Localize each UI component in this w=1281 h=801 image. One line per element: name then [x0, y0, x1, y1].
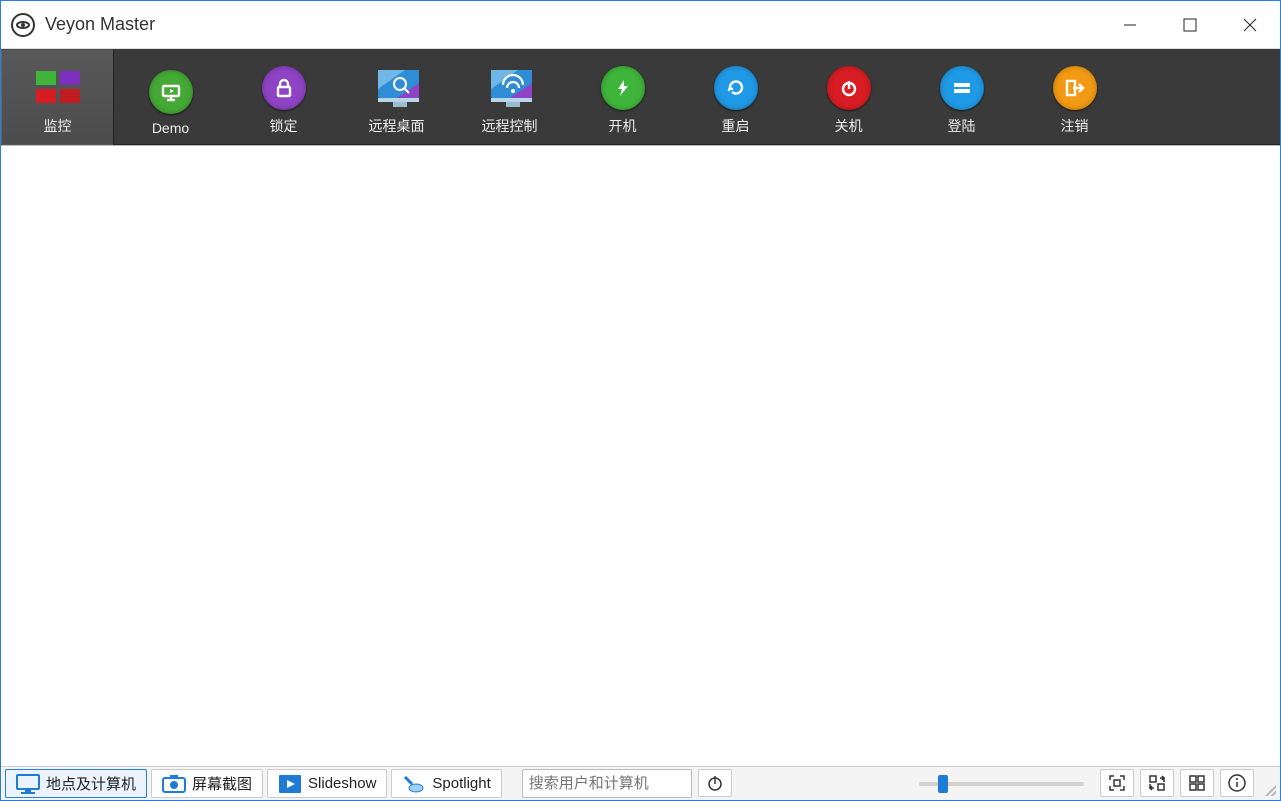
main-toolbar: 监控 Demo 锁定 远程桌 [1, 49, 1280, 145]
login-icon [940, 66, 984, 110]
toolbar-label: 监控 [44, 116, 72, 136]
toolbar-label: 关机 [835, 116, 863, 136]
toolbar-label: 锁定 [270, 116, 298, 136]
resize-grip[interactable] [1262, 782, 1276, 796]
toolbar-label: 远程控制 [482, 116, 538, 136]
window-title: Veyon Master [45, 14, 155, 35]
grid-button[interactable] [1180, 769, 1214, 797]
panel-label: 屏幕截图 [192, 773, 252, 794]
close-button[interactable] [1220, 1, 1280, 49]
toolbar-label: Demo [152, 120, 189, 136]
logout-icon [1053, 66, 1097, 110]
remote-desktop-button[interactable]: 远程桌面 [340, 49, 453, 145]
lock-icon [262, 66, 306, 110]
power-icon [705, 773, 725, 793]
info-icon [1228, 774, 1246, 792]
toolbar-label: 开机 [609, 116, 637, 136]
zoom-slider-wrap [909, 769, 1094, 798]
bottom-bar: 地点及计算机 屏幕截图 Slideshow Spotlight [1, 766, 1280, 800]
presentation-icon [149, 70, 193, 114]
arrange-icon [1148, 774, 1166, 792]
slideshow-panel-button[interactable]: Slideshow [267, 769, 387, 798]
monitor-icon [16, 774, 40, 794]
minimize-button[interactable] [1100, 1, 1160, 49]
power-off-button[interactable]: 关机 [792, 49, 905, 145]
search-input[interactable] [522, 769, 692, 798]
toolbar-label: 远程桌面 [369, 116, 425, 136]
power-on-button[interactable]: 开机 [566, 49, 679, 145]
demo-button[interactable]: Demo [114, 49, 227, 145]
camera-icon [162, 774, 186, 794]
title-bar: Veyon Master [1, 1, 1280, 49]
locations-panel-button[interactable]: 地点及计算机 [5, 769, 147, 798]
panel-label: Slideshow [308, 775, 376, 792]
power-icon [827, 66, 871, 110]
login-button[interactable]: 登陆 [905, 49, 1018, 145]
screenshots-panel-button[interactable]: 屏幕截图 [151, 769, 263, 798]
toolbar-label: 登陆 [948, 116, 976, 136]
info-button[interactable] [1220, 769, 1254, 797]
panel-buttons: 地点及计算机 屏幕截图 Slideshow Spotlight [5, 769, 502, 798]
zoom-slider[interactable] [919, 782, 1084, 786]
lock-button[interactable]: 锁定 [227, 49, 340, 145]
refresh-icon [714, 66, 758, 110]
remote-control-button[interactable]: 远程控制 [453, 49, 566, 145]
grid-icon [1188, 774, 1206, 792]
monitor-tiles-icon [36, 66, 80, 110]
toolbar-label: 重启 [722, 116, 750, 136]
logout-button[interactable]: 注销 [1018, 49, 1131, 145]
app-eye-icon [11, 13, 35, 37]
monitor-search-icon [375, 66, 419, 110]
maximize-button[interactable] [1160, 1, 1220, 49]
spotlight-panel-button[interactable]: Spotlight [391, 769, 501, 798]
power-computers-button[interactable] [698, 769, 732, 797]
bolt-icon [601, 66, 645, 110]
main-area [1, 145, 1280, 766]
slideshow-icon [278, 774, 302, 794]
arrangement-button[interactable] [1140, 769, 1174, 797]
reboot-button[interactable]: 重启 [679, 49, 792, 145]
monitor-button[interactable]: 监控 [1, 49, 114, 145]
monitor-wifi-icon [488, 66, 532, 110]
panel-label: Spotlight [432, 775, 490, 792]
spotlight-icon [402, 774, 426, 794]
fit-icon [1108, 774, 1126, 792]
auto-fit-button[interactable] [1100, 769, 1134, 797]
toolbar-label: 注销 [1061, 116, 1089, 136]
panel-label: 地点及计算机 [46, 773, 136, 794]
